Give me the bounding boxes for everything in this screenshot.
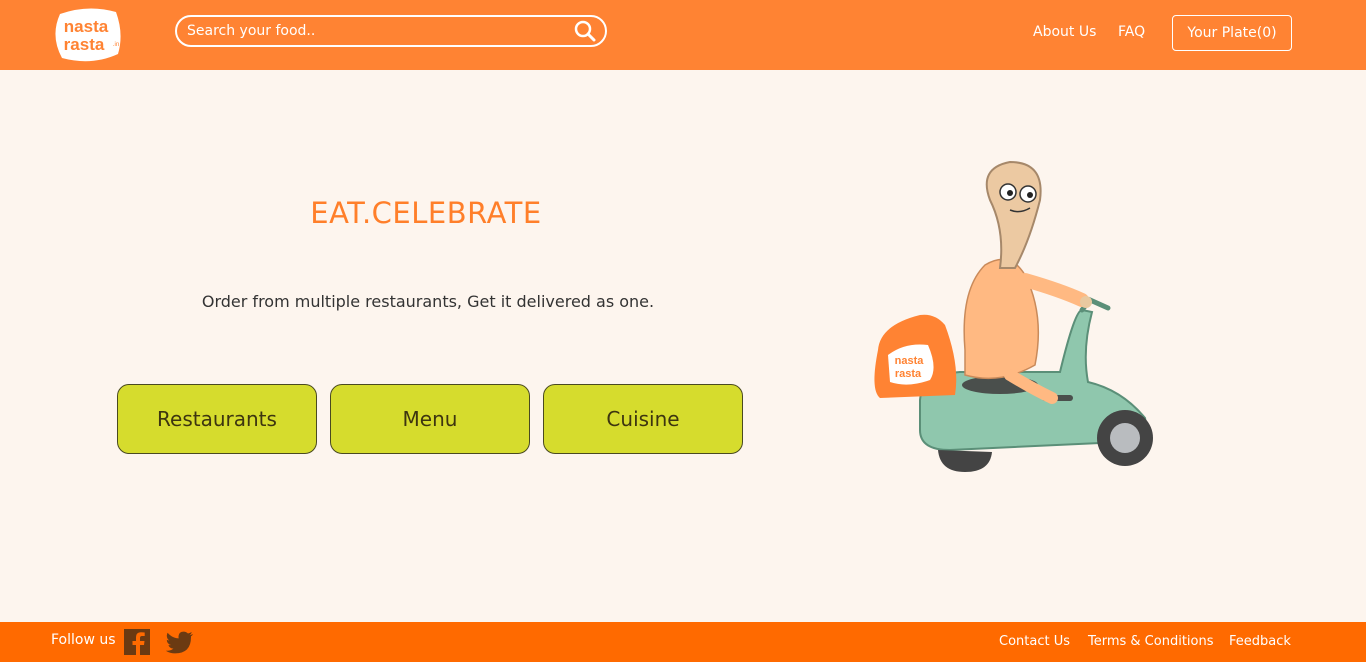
- box-logo-bottom: rasta: [895, 368, 922, 380]
- page-headline: EAT.CELEBRATE: [310, 196, 542, 230]
- nastarasta-logo[interactable]: nasta rasta .in: [52, 6, 124, 64]
- your-plate-button[interactable]: Your Plate(0): [1172, 15, 1292, 51]
- logo-suffix: .in: [113, 42, 119, 48]
- box-logo-top: nasta: [895, 355, 925, 367]
- facebook-icon[interactable]: [122, 627, 152, 657]
- logo-text-top: nasta: [64, 17, 109, 36]
- search-icon[interactable]: [573, 20, 597, 42]
- search-input[interactable]: [187, 21, 567, 41]
- contact-us-link[interactable]: Contact Us: [999, 634, 1070, 649]
- delivery-scooter-illustration: nasta rasta: [874, 160, 1153, 472]
- logo-text-bottom: rasta: [64, 35, 105, 54]
- nav-faq[interactable]: FAQ: [1118, 24, 1145, 40]
- footer: Follow us Contact Us Terms & Conditions …: [0, 622, 1366, 662]
- tagline: Order from multiple restaurants, Get it …: [201, 292, 655, 311]
- top-navbar: nasta rasta .in About Us FAQ Your Plate(…: [0, 0, 1366, 70]
- restaurants-button[interactable]: Restaurants: [117, 384, 317, 454]
- menu-button[interactable]: Menu: [330, 384, 530, 454]
- cuisine-button[interactable]: Cuisine: [543, 384, 743, 454]
- follow-us-label: Follow us: [51, 632, 116, 648]
- nav-about-us[interactable]: About Us: [1033, 24, 1096, 40]
- terms-conditions-link[interactable]: Terms & Conditions: [1088, 634, 1214, 649]
- search-bar: [175, 15, 607, 47]
- feedback-link[interactable]: Feedback: [1229, 634, 1291, 649]
- twitter-icon[interactable]: [165, 627, 195, 657]
